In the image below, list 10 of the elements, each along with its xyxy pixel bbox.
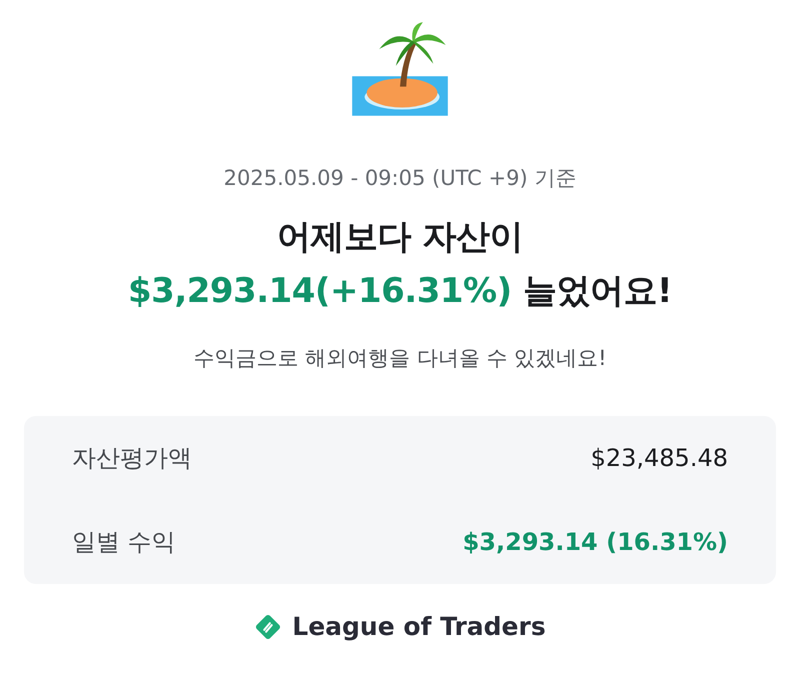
- summary-label: 자산평가액: [72, 443, 192, 474]
- summary-value: $3,293.14 (16.31%): [462, 527, 728, 558]
- summary-value: $23,485.48: [590, 443, 728, 474]
- subtitle: 수익금으로 해외여행을 다녀올 수 있겠네요!: [193, 345, 607, 372]
- gain-amount: $3,293.14(+16.31%): [128, 271, 512, 311]
- brand-name: League of Traders: [292, 612, 546, 641]
- headline: 어제보다 자산이: [276, 216, 524, 259]
- summary-label: 일별 수익: [72, 527, 176, 558]
- headline: 늘었어요!: [522, 271, 672, 311]
- timestamp: 2025.05.09 - 09:05 (UTC +9) 기준: [224, 165, 576, 192]
